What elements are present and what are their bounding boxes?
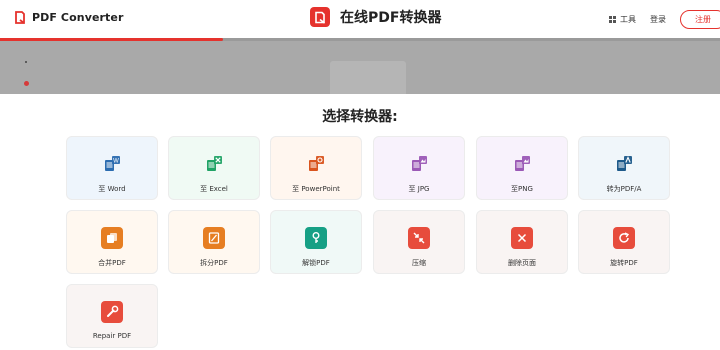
converter-label: 至 PowerPoint	[292, 185, 340, 193]
split-pdf-icon	[203, 227, 225, 249]
converter-label: 合并PDF	[98, 259, 126, 267]
converter-card-compress-pdf[interactable]: 压缩	[373, 210, 465, 274]
pdf-to-png-icon	[511, 153, 533, 175]
converter-label: 解锁PDF	[302, 259, 330, 267]
brand-logo-link[interactable]: PDF Converter	[14, 10, 124, 24]
page-title: 在线PDF转换器	[340, 10, 442, 26]
decorative-dot	[25, 61, 27, 63]
converter-card-pdf-to-excel[interactable]: 至 Excel	[168, 136, 260, 200]
repair-pdf-icon	[101, 301, 123, 323]
converter-card-split-pdf[interactable]: 拆分PDF	[168, 210, 260, 274]
login-link[interactable]: 登录	[650, 14, 666, 25]
converter-card-repair-pdf[interactable]: Repair PDF	[66, 284, 158, 348]
converter-card-pdf-to-pdfa[interactable]: 转为PDF/A	[578, 136, 670, 200]
converter-label: 至 Excel	[200, 185, 228, 193]
converter-label: Repair PDF	[92, 332, 132, 340]
section-title: 选择转换器:	[322, 109, 398, 125]
decorative-dot	[24, 81, 29, 86]
tools-menu-button[interactable]: 工具	[609, 14, 636, 25]
pdf-to-jpg-icon	[408, 153, 430, 175]
unlock-pdf-icon	[305, 227, 327, 249]
pdf-to-powerpoint-icon	[305, 153, 327, 175]
pdf-to-excel-icon	[203, 153, 225, 175]
rotate-pdf-icon	[613, 227, 635, 249]
grid-icon	[609, 16, 616, 23]
converter-label: 旋转PDF	[610, 259, 638, 267]
converter-card-rotate-pdf[interactable]: 旋转PDF	[578, 210, 670, 274]
converter-card-pdf-to-png[interactable]: 至PNG	[476, 136, 568, 200]
compress-pdf-icon	[408, 227, 430, 249]
converter-card-unlock-pdf[interactable]: 解锁PDF	[270, 210, 362, 274]
top-header: PDF Converter 在线PDF转换器 工具 登录 注册	[0, 0, 720, 38]
page-title-group: 在线PDF转换器	[310, 7, 441, 27]
placeholder-box	[330, 61, 406, 94]
pdf-to-word-icon: W	[101, 153, 123, 175]
converter-label: 删除页面	[508, 259, 536, 267]
header-nav: 工具 登录 注册	[609, 10, 720, 29]
register-button[interactable]: 注册	[680, 10, 720, 29]
converter-label: 至 Word	[98, 185, 126, 193]
converter-label: 拆分PDF	[200, 259, 228, 267]
pdf-logo-icon	[310, 7, 330, 27]
converter-label: 至PNG	[511, 185, 533, 193]
loading-banner	[0, 41, 720, 94]
pdf-to-pdfa-icon	[613, 153, 635, 175]
converter-label: 转为PDF/A	[606, 185, 642, 193]
converter-card-pdf-to-word[interactable]: W 至 Word	[66, 136, 158, 200]
brand-name: PDF Converter	[32, 10, 124, 24]
tools-label: 工具	[620, 15, 636, 24]
converter-label: 压缩	[412, 259, 426, 267]
svg-text:W: W	[113, 159, 119, 165]
converter-card-delete-pages[interactable]: 删除页面	[476, 210, 568, 274]
converter-label: 至 JPG	[408, 185, 430, 193]
pdf-logo-icon	[14, 10, 26, 24]
converter-card-merge-pdf[interactable]: 合并PDF	[66, 210, 158, 274]
converter-card-pdf-to-jpg[interactable]: 至 JPG	[373, 136, 465, 200]
delete-pages-icon	[511, 227, 533, 249]
converter-card-pdf-to-powerpoint[interactable]: 至 PowerPoint	[270, 136, 362, 200]
merge-pdf-icon	[101, 227, 123, 249]
